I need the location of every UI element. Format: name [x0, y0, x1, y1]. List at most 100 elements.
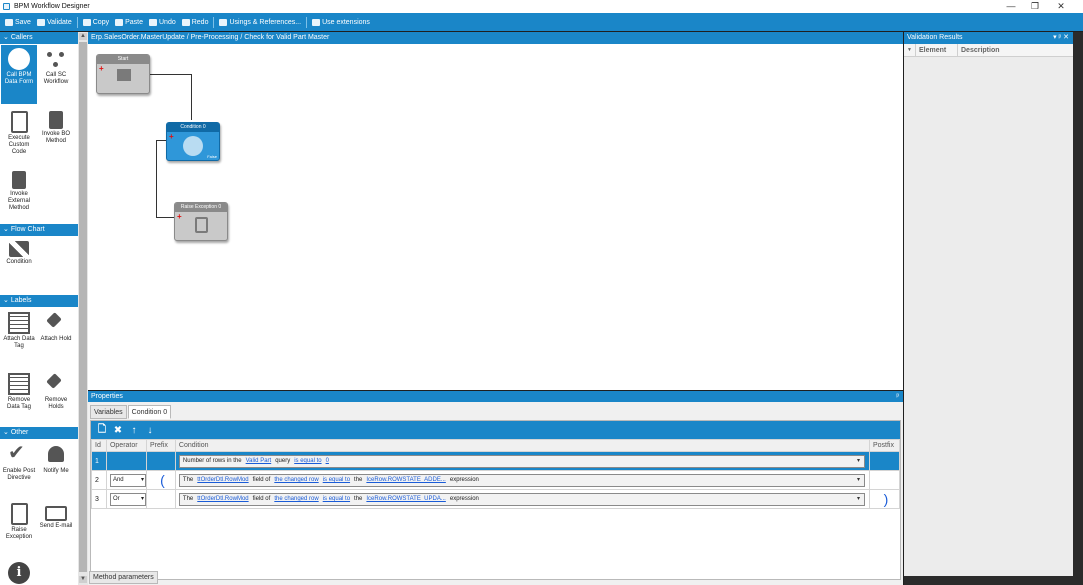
group-callers[interactable]: ⌄ Callers	[0, 32, 78, 44]
minimize-button[interactable]: —	[998, 0, 1024, 13]
tool-invoke-external-method[interactable]: Invoke External Method	[1, 168, 37, 222]
operator-select[interactable]: Or ▾	[109, 492, 146, 506]
column-header-postfix: Postfix	[868, 439, 901, 452]
tab-condition-0[interactable]: Condition 0	[127, 405, 172, 419]
tool-send-email[interactable]: Send E-mail	[38, 500, 74, 550]
chevron-down-icon: ▾	[140, 495, 144, 502]
plus-icon: +	[177, 212, 182, 221]
tool-raise-exception[interactable]: Raise Exception	[1, 500, 37, 550]
pin-icon[interactable]: ᵖ	[896, 391, 899, 402]
move-down-icon[interactable]: ↓	[142, 425, 158, 436]
close-button[interactable]: ✕	[1048, 0, 1074, 13]
references-icon	[219, 18, 228, 26]
window-title: BPM Workflow Designer	[14, 3, 90, 10]
column-header-description[interactable]: Description	[958, 44, 1071, 56]
plus-icon: +	[99, 64, 104, 73]
tool-remove-holds[interactable]: Remove Holds	[38, 370, 74, 420]
usings-references-button[interactable]: Usings & References...	[216, 13, 304, 31]
expression-link[interactable]: IceRow.ROWSTATE_UPDA...	[366, 496, 445, 502]
tab-method-parameters[interactable]: Method parameters	[89, 571, 158, 584]
use-extensions-button[interactable]: Use extensions	[309, 13, 373, 31]
properties-header: Properties ᵖ	[88, 391, 903, 402]
extensions-icon	[312, 18, 321, 26]
table-row[interactable]: 2 And ▾ ( The ttOrderDtl.RowMod field of…	[91, 470, 901, 490]
node-condition[interactable]: Condition 0 + False	[166, 122, 220, 161]
operator-select[interactable]: And ▾	[109, 473, 146, 487]
value-link[interactable]: 0	[326, 458, 329, 464]
tool-invoke-bo-method[interactable]: Invoke BO Method	[38, 108, 74, 166]
operator-link[interactable]: is equal to	[294, 458, 321, 464]
group-labels[interactable]: ⌄ Labels	[0, 295, 78, 307]
tool-condition[interactable]: Condition	[1, 238, 37, 282]
expression-link[interactable]: IceRow.ROWSTATE_ADDE...	[366, 477, 445, 483]
undo-button[interactable]: Undo	[146, 13, 179, 31]
validation-results-panel: ▼ Element Description	[904, 44, 1073, 576]
column-header-element[interactable]: Element	[916, 44, 958, 56]
toolbox-scrollbar[interactable]: ▲ ▼	[78, 32, 88, 585]
connector	[191, 74, 192, 120]
field-link[interactable]: ttOrderDtl.RowMod	[197, 496, 248, 502]
node-raise-exception[interactable]: Raise Exception 0 +	[174, 202, 228, 241]
redo-icon	[181, 18, 190, 26]
tool-info[interactable]: i	[1, 559, 37, 585]
info-icon: i	[8, 562, 30, 584]
data-tag-icon	[8, 312, 30, 334]
undo-icon	[149, 18, 157, 26]
filter-icon[interactable]: ▼	[904, 44, 916, 56]
column-header-operator: Operator	[105, 439, 147, 452]
move-up-icon[interactable]: ↑	[126, 425, 142, 436]
table-row[interactable]: 1 Number of rows in the Valid Part query…	[91, 451, 901, 471]
tool-notify-me[interactable]: Notify Me	[38, 441, 74, 497]
tool-call-bpm-data-form[interactable]: Call BPM Data Form	[1, 45, 37, 104]
main-toolbar: Save Validate Copy Paste Undo Redo Using…	[0, 13, 1083, 31]
postfix-paren: )	[883, 491, 889, 507]
window-edge	[1073, 32, 1083, 585]
field-link[interactable]: ttOrderDtl.RowMod	[197, 477, 248, 483]
external-method-icon	[12, 171, 26, 189]
hold-tag-icon	[45, 312, 67, 334]
row-link[interactable]: the changed row	[274, 496, 318, 502]
new-row-icon[interactable]: 🗋	[94, 422, 110, 439]
condition-expression[interactable]: The ttOrderDtl.RowMod field of the chang…	[178, 492, 865, 506]
condition-expression[interactable]: Number of rows in the Valid Part query i…	[178, 454, 865, 468]
operator-link[interactable]: is equal to	[323, 496, 350, 502]
paste-icon	[115, 18, 124, 26]
tool-enable-post-directive[interactable]: Enable Post Directive	[1, 441, 37, 497]
grid-toolbar: 🗋 ✖ ↑ ↓	[91, 421, 900, 439]
group-other[interactable]: ⌄ Other	[0, 427, 78, 439]
maximize-button[interactable]: ❐	[1022, 0, 1048, 13]
exception-node-icon	[195, 217, 208, 233]
delete-row-icon[interactable]: ✖	[110, 425, 126, 436]
validate-button[interactable]: Validate	[34, 13, 75, 31]
tool-execute-custom-code[interactable]: Execute Custom Code	[1, 108, 37, 166]
save-button[interactable]: Save	[2, 13, 34, 31]
tool-attach-data-tag[interactable]: Attach Data Tag	[1, 309, 37, 359]
query-link[interactable]: Valid Part	[246, 458, 272, 464]
workflow-canvas[interactable]: Start + Condition 0 + False Raise Except…	[88, 44, 903, 390]
paste-button[interactable]: Paste	[112, 13, 146, 31]
chevron-down-icon[interactable]: ▾	[854, 457, 863, 466]
post-directive-icon	[8, 442, 30, 466]
scroll-down-button[interactable]: ▼	[79, 576, 87, 583]
copy-button[interactable]: Copy	[80, 13, 112, 31]
scroll-thumb[interactable]	[79, 42, 87, 572]
tool-remove-data-tag[interactable]: Remove Data Tag	[1, 370, 37, 420]
redo-button[interactable]: Redo	[179, 13, 212, 31]
table-row[interactable]: 3 Or ▾ The ttOrderDtl.RowMod field of th…	[91, 489, 901, 509]
group-flow-chart[interactable]: ⌄ Flow Chart	[0, 224, 78, 236]
tool-attach-hold[interactable]: Attach Hold	[38, 309, 74, 359]
tab-variables[interactable]: Variables	[90, 405, 127, 419]
node-start[interactable]: Start +	[96, 54, 150, 94]
chevron-down-icon[interactable]: ▾	[854, 476, 863, 485]
condition-expression[interactable]: The ttOrderDtl.RowMod field of the chang…	[178, 473, 865, 487]
panel-controls[interactable]: ▾ ᵖ ✕	[1053, 32, 1069, 44]
method-icon	[49, 111, 63, 129]
row-link[interactable]: the changed row	[274, 477, 318, 483]
scroll-up-button[interactable]: ▲	[79, 33, 87, 40]
tool-call-sc-workflow[interactable]: Call SC Workflow	[38, 45, 74, 104]
mail-icon	[45, 506, 67, 521]
toolbar-separator	[306, 16, 308, 28]
connector	[156, 217, 174, 218]
chevron-down-icon[interactable]: ▾	[854, 495, 863, 504]
operator-link[interactable]: is equal to	[323, 477, 350, 483]
